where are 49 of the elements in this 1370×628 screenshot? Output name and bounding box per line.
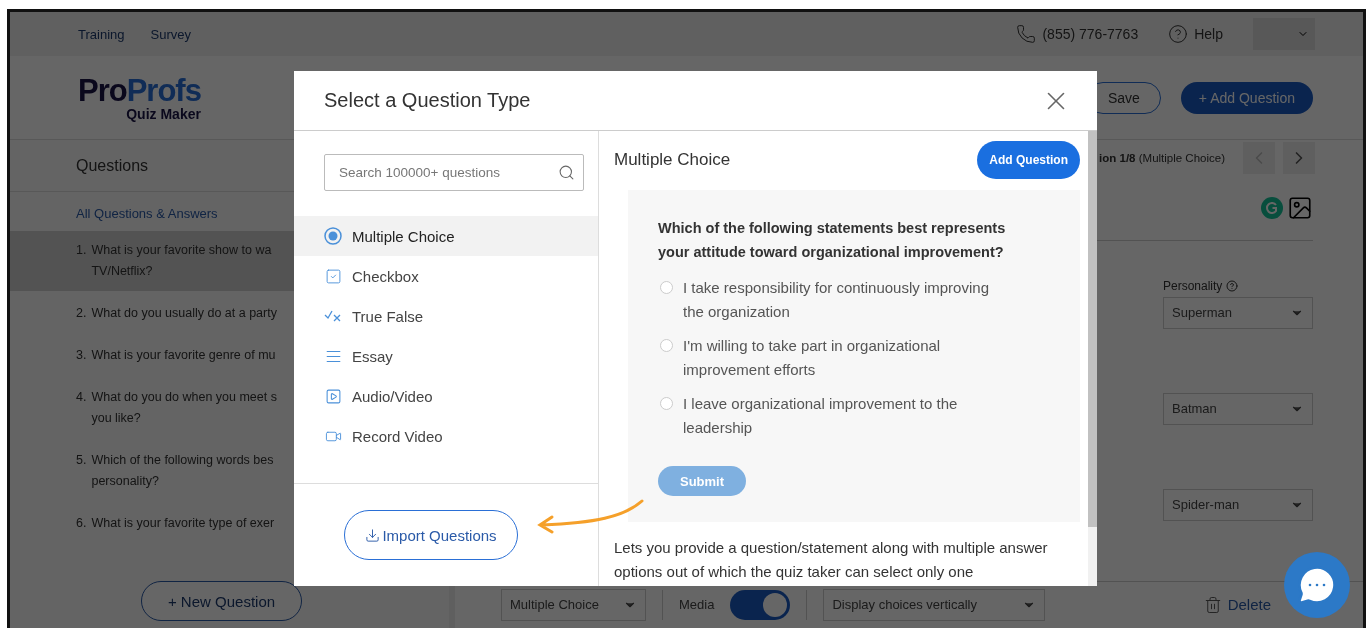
radio-button[interactable] [660,281,673,294]
outcome-select[interactable]: Spider-man [1163,488,1313,521]
next-button[interactable] [1283,142,1315,175]
checkbox-icon [324,267,342,285]
phone-number: (855) 776-7763 [1042,26,1139,42]
preview-heading: Multiple Choice [614,150,731,170]
help-icon [1226,279,1239,292]
answer-option: I'm willing to take part in organizational improvement efforts [683,334,1013,382]
help-link[interactable]: Help [1194,26,1223,42]
outcome-label: Personality [1163,278,1313,293]
submit-button[interactable]: Submit [658,466,747,496]
phone-icon [1016,24,1037,44]
outcome-select[interactable]: Batman [1163,392,1313,425]
previous-button[interactable] [1243,142,1275,175]
account-menu[interactable] [1253,18,1315,50]
question-type-item[interactable]: Multiple Choice [294,216,598,256]
preview-question: Which of the following statements best represents your attitude toward organizational improvement? [658,219,1007,262]
media-label: Media [679,597,715,613]
type-description: Lets you provide a question/statement along with multiple answer options out of which the quiz taker can select only one [614,538,1049,582]
question-position: ion 1/8 (Multiple Choice) [1099,152,1225,165]
radio-button[interactable] [660,397,673,410]
add-question-button[interactable]: Add Question [977,141,1080,179]
delete-button[interactable]: Delete [1197,594,1277,615]
question-list-item[interactable]: 1. What is your favorite show to wa TV/Netflix? [10,231,294,291]
search-field[interactable]: Search 100000+ questions [324,154,584,191]
dialog-title: Select a Question Type [324,89,531,112]
add-question-button[interactable]: + Add Question [1180,81,1313,114]
radio-selected-icon [324,227,342,245]
help-icon [1168,24,1189,44]
play-icon [324,387,342,405]
answer-option: I take responsibility for continuously improving the organization [683,276,1013,324]
display-select[interactable]: Display choices vertically [823,588,1046,621]
trash-icon [1203,595,1222,614]
media-toggle[interactable] [730,589,791,620]
answer-option: I leave organizational improvement to the leadership [683,392,1013,440]
new-question-button[interactable]: + New Question [140,581,303,621]
radio-button[interactable] [660,339,673,352]
top-nav-link[interactable]: Survey [150,26,191,42]
top-nav-link[interactable]: Training [78,26,125,42]
image-icon[interactable] [1287,195,1313,222]
outcome-select[interactable]: Superman [1163,296,1313,329]
grammar-check-icon[interactable] [1261,197,1283,220]
question-type-select[interactable]: Multiple Choice [501,588,646,621]
check-cross-icon [324,310,342,322]
import-questions-button[interactable]: Import Questions [344,510,518,560]
logo-subtitle: Quiz Maker [126,106,201,121]
download-icon [365,527,381,543]
search-icon [558,164,575,181]
logo-wordmark: ProProfs [78,74,201,106]
